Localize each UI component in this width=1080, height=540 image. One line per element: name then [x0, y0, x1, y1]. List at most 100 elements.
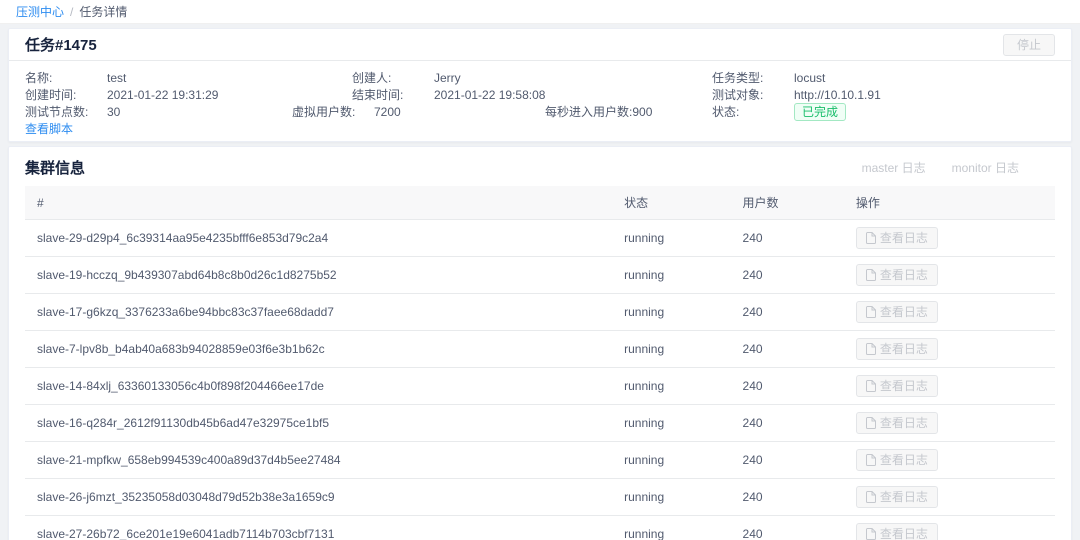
field-value: locust	[794, 70, 826, 85]
users-cell: 240	[730, 367, 844, 405]
slave-id-cell: slave-7-lpv8b_b4ab40a683b94028859e03f6e3…	[25, 330, 613, 368]
field-test-target: 测试对象: http://10.10.1.91	[712, 86, 1055, 103]
view-log-button[interactable]: 查看日志	[855, 338, 938, 360]
field-label: 创建时间:	[25, 88, 77, 102]
status-cell: running	[612, 330, 731, 368]
view-log-button[interactable]: 查看日志	[855, 264, 938, 286]
field-label: 结束时间:	[352, 88, 404, 102]
field-label: 任务类型:	[712, 71, 764, 85]
cluster-info-card: 集群信息 master 日志 monitor 日志 # 状态 用户数 操作 sl…	[8, 146, 1072, 540]
breadcrumb: 压测中心 / 任务详情	[0, 0, 1080, 24]
task-info-row: 测试节点数: 30 虚拟用户数: 7200 每秒进入用户数: 900 状态: 已…	[25, 102, 1055, 121]
slave-id-cell: slave-14-84xlj_63360133056c4b0f898f20446…	[25, 367, 613, 405]
view-log-button[interactable]: 查看日志	[855, 486, 938, 508]
operations-cell: 查看日志	[843, 256, 1055, 294]
breadcrumb-separator: /	[70, 4, 74, 19]
view-script-link[interactable]: 查看脚本	[25, 120, 73, 137]
document-icon	[865, 232, 876, 244]
status-cell: running	[612, 219, 731, 257]
users-cell: 240	[730, 515, 844, 540]
field-label: 创建人:	[352, 71, 392, 85]
field-label: 测试节点数:	[25, 105, 89, 119]
view-log-label: 查看日志	[879, 490, 928, 504]
task-detail-card: 任务#1475 停止 名称: test 创建人: Jerry 任务类型: loc…	[8, 28, 1072, 142]
view-log-button[interactable]: 查看日志	[855, 375, 938, 397]
operations-cell: 查看日志	[843, 219, 1055, 257]
task-info-row: 名称: test 创建人: Jerry 任务类型: locust	[25, 69, 1055, 86]
breadcrumb-current: 任务详情	[79, 5, 128, 19]
master-log-button[interactable]: master 日志	[862, 159, 926, 176]
view-log-label: 查看日志	[879, 527, 928, 540]
view-log-button[interactable]: 查看日志	[855, 227, 938, 249]
status-cell: running	[612, 441, 731, 479]
view-log-button[interactable]: 查看日志	[855, 449, 938, 471]
field-label: 虚拟用户数:	[292, 105, 356, 119]
monitor-log-button[interactable]: monitor 日志	[952, 159, 1019, 176]
operations-cell: 查看日志	[843, 293, 1055, 331]
users-cell: 240	[730, 256, 844, 294]
field-label: 状态:	[712, 105, 740, 119]
status-cell: running	[612, 404, 731, 442]
field-value: 900	[632, 104, 653, 119]
field-value: test	[107, 70, 127, 85]
table-row: slave-14-84xlj_63360133056c4b0f898f20446…	[25, 367, 1055, 405]
cluster-title: 集群信息	[25, 160, 86, 177]
view-log-button[interactable]: 查看日志	[855, 523, 938, 540]
stop-button[interactable]: 停止	[1002, 33, 1055, 56]
table-row: slave-29-d29p4_6c39314aa95e4235bfff6e853…	[25, 219, 1055, 257]
field-label: 名称:	[25, 71, 53, 85]
status-cell: running	[612, 256, 731, 294]
document-icon	[865, 491, 876, 503]
field-value: 2021-01-22 19:31:29	[107, 87, 219, 102]
document-icon	[865, 380, 876, 392]
field-value: 30	[107, 104, 121, 119]
table-row: slave-16-q284r_2612f91130db45b6ad47e3297…	[25, 404, 1055, 442]
document-icon	[865, 454, 876, 466]
document-icon	[865, 528, 876, 540]
field-creator: 创建人: Jerry	[352, 69, 712, 86]
table-row: slave-17-g6kzq_3376233a6be94bbc83c37faee…	[25, 293, 1055, 331]
column-header-id: #	[25, 186, 613, 220]
view-log-label: 查看日志	[879, 416, 928, 430]
task-info-row: 创建时间: 2021-01-22 19:31:29 结束时间: 2021-01-…	[25, 86, 1055, 103]
field-spawn-rate: 每秒进入用户数: 900	[545, 103, 712, 120]
slave-id-cell: slave-19-hcczq_9b439307abd64b8c8b0d26c1d…	[25, 256, 613, 294]
field-virtual-users: 虚拟用户数: 7200	[292, 103, 545, 120]
users-cell: 240	[730, 478, 844, 516]
cluster-table-wrap: # 状态 用户数 操作 slave-29-d29p4_6c39314aa95e4…	[9, 186, 1071, 540]
view-log-label: 查看日志	[879, 453, 928, 467]
field-end-time: 结束时间: 2021-01-22 19:58:08	[352, 86, 712, 103]
view-log-label: 查看日志	[879, 305, 928, 319]
status-cell: running	[612, 515, 731, 540]
table-header-row: # 状态 用户数 操作	[25, 186, 1055, 220]
users-cell: 240	[730, 404, 844, 442]
task-title: 任务#1475	[25, 37, 97, 54]
cluster-table: # 状态 用户数 操作 slave-29-d29p4_6c39314aa95e4…	[25, 186, 1055, 540]
field-label: 每秒进入用户数:	[545, 105, 633, 119]
users-cell: 240	[730, 219, 844, 257]
field-value: Jerry	[434, 70, 461, 85]
document-icon	[865, 343, 876, 355]
operations-cell: 查看日志	[843, 478, 1055, 516]
task-info-row: 查看脚本	[25, 120, 1055, 137]
log-buttons: master 日志 monitor 日志	[862, 159, 1019, 176]
operations-cell: 查看日志	[843, 404, 1055, 442]
table-row: slave-19-hcczq_9b439307abd64b8c8b0d26c1d…	[25, 256, 1055, 294]
cluster-header: 集群信息 master 日志 monitor 日志	[9, 147, 1071, 186]
document-icon	[865, 306, 876, 318]
task-info: 名称: test 创建人: Jerry 任务类型: locust 创建时间: 2…	[9, 61, 1071, 141]
table-row: slave-26-j6mzt_35235058d03048d79d52b38e3…	[25, 478, 1055, 516]
document-icon	[865, 269, 876, 281]
status-cell: running	[612, 478, 731, 516]
field-task-type: 任务类型: locust	[712, 69, 1055, 86]
breadcrumb-link-root[interactable]: 压测中心	[16, 3, 64, 20]
status-badge: 已完成	[794, 102, 847, 121]
view-log-button[interactable]: 查看日志	[855, 301, 938, 323]
field-created-time: 创建时间: 2021-01-22 19:31:29	[25, 86, 352, 103]
view-log-button[interactable]: 查看日志	[855, 412, 938, 434]
slave-id-cell: slave-17-g6kzq_3376233a6be94bbc83c37faee…	[25, 293, 613, 331]
document-icon	[865, 417, 876, 429]
slave-id-cell: slave-27-26b72_6ce201e19e6041adb7114b703…	[25, 515, 613, 540]
table-row: slave-21-mpfkw_658eb994539c400a89d37d4b5…	[25, 441, 1055, 479]
slave-id-cell: slave-16-q284r_2612f91130db45b6ad47e3297…	[25, 404, 613, 442]
